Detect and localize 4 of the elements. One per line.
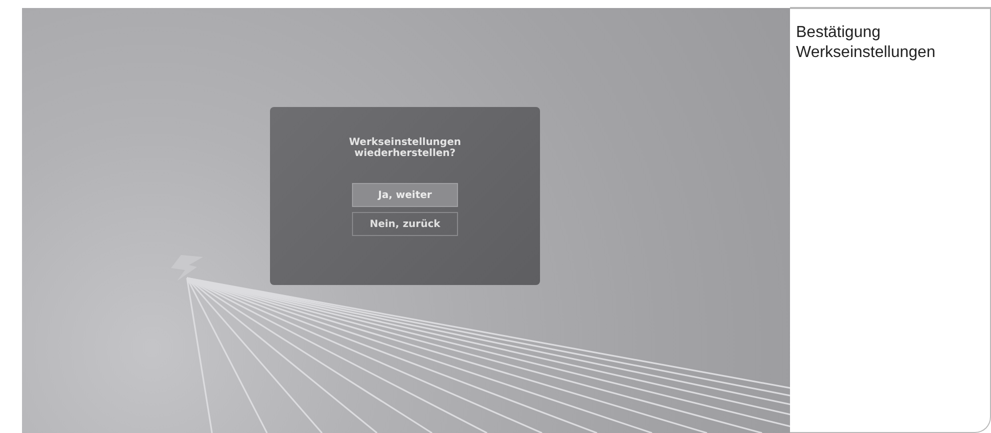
dialog-button[interactable]: Ja, weiter <box>352 183 458 207</box>
dialog-button[interactable]: Nein, zurück <box>352 212 458 236</box>
dialog-title: Werkseinstellungen wiederherstellen? <box>349 137 461 159</box>
caption-text: Bestätigung Werkseinstellungen <box>796 23 936 63</box>
